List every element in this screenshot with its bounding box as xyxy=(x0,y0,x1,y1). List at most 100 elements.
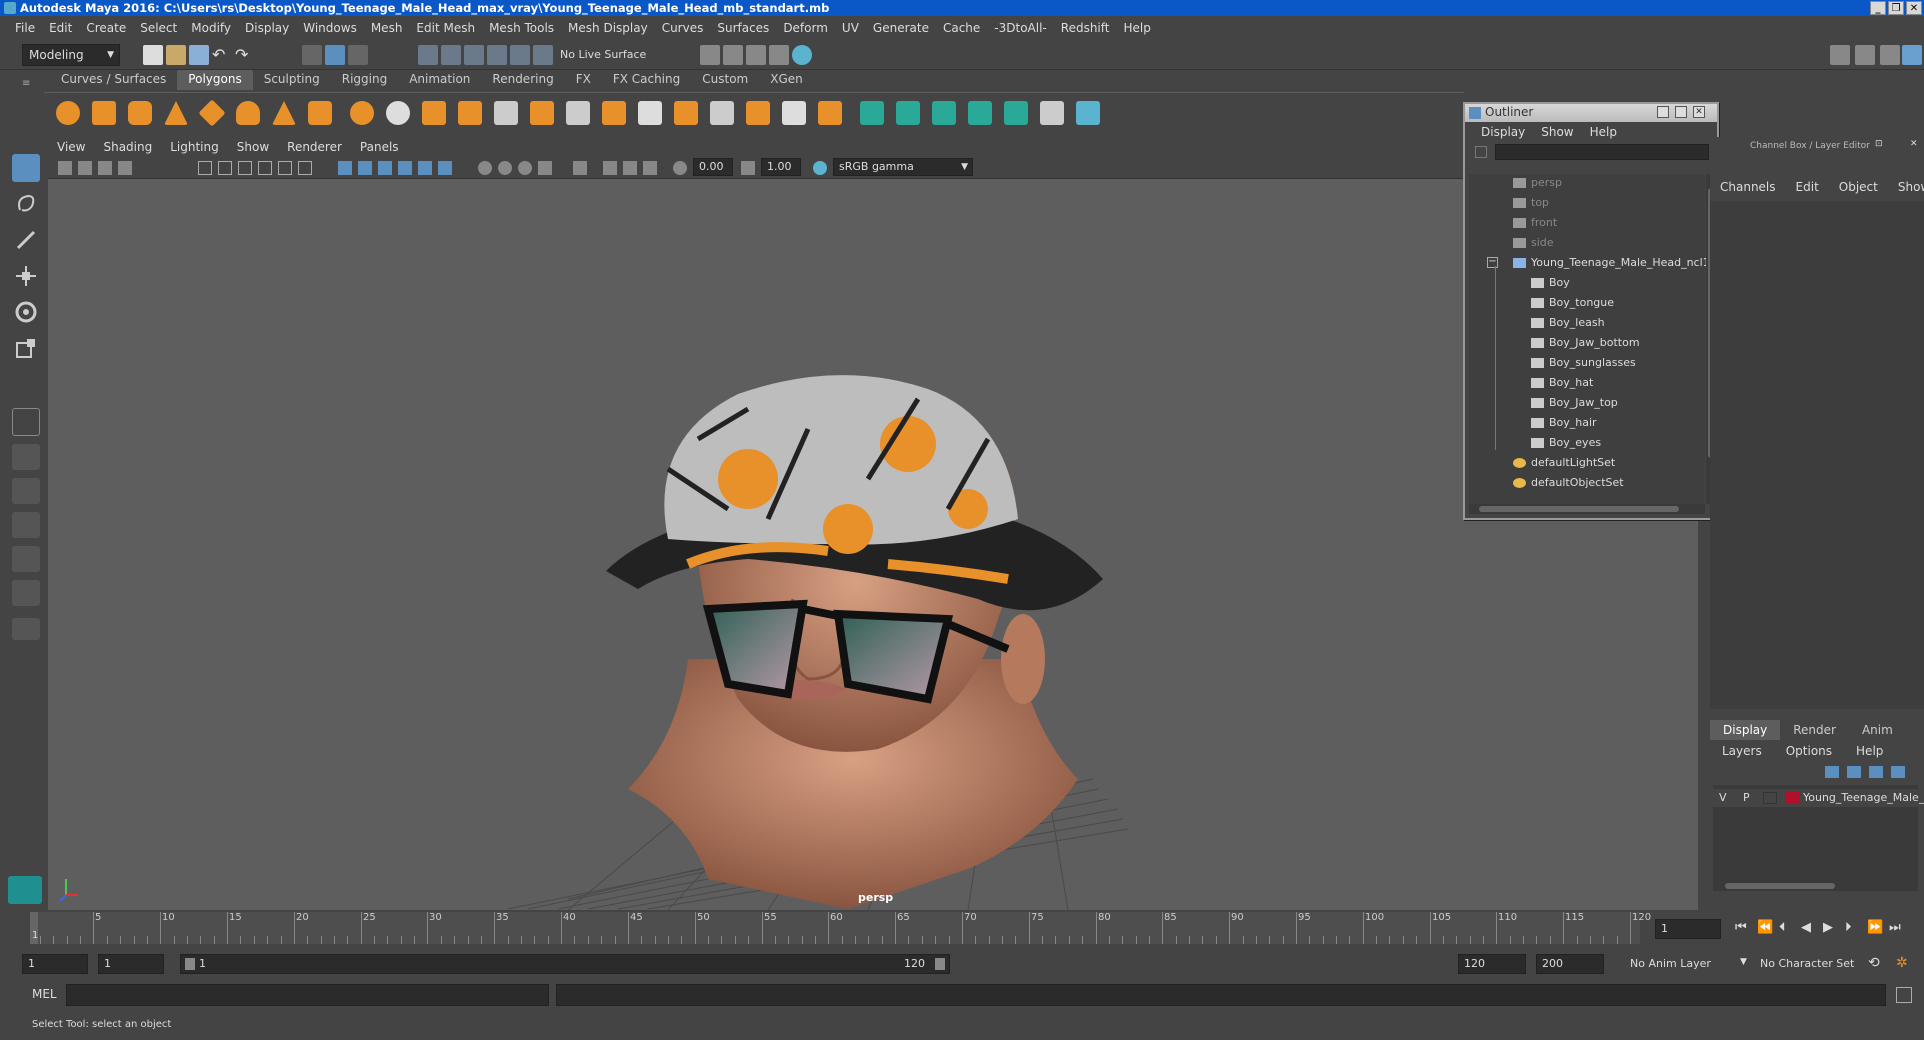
gamma-field[interactable]: 1.00 xyxy=(761,158,801,176)
outliner-item[interactable]: Boy_hair xyxy=(1531,414,1597,432)
snap-live-icon[interactable] xyxy=(533,45,553,65)
select-component-icon[interactable] xyxy=(348,45,368,65)
field-chart-icon[interactable] xyxy=(278,161,292,175)
outliner-hscroll-thumb[interactable] xyxy=(1479,506,1679,512)
shelf-tab-custom[interactable]: Custom xyxy=(691,70,760,90)
script-editor-icon[interactable] xyxy=(1896,987,1912,1003)
snap-surface-icon[interactable] xyxy=(510,45,530,65)
hypershade-layout-icon[interactable] xyxy=(12,546,40,572)
render-settings-icon[interactable] xyxy=(746,45,766,65)
film-gate-icon[interactable] xyxy=(218,161,232,175)
auto-key-icon[interactable]: ⟲ xyxy=(1868,955,1880,971)
shelf-tab-sculpting[interactable]: Sculpting xyxy=(252,70,331,90)
poly-cylinder-icon[interactable] xyxy=(128,101,152,125)
outliner-item[interactable]: defaultLightSet xyxy=(1513,454,1615,472)
smooth-shade-icon[interactable] xyxy=(358,161,372,175)
layout-more-icon[interactable] xyxy=(12,618,40,640)
color-management-icon[interactable] xyxy=(813,161,827,175)
menu-redshift[interactable]: Redshift xyxy=(1054,21,1117,35)
layer-menu-help[interactable]: Help xyxy=(1844,742,1895,760)
cb-menu-show[interactable]: Show xyxy=(1898,180,1924,194)
poly-cone-icon[interactable] xyxy=(164,101,188,125)
play-forwards-icon[interactable]: ▶ xyxy=(1823,920,1833,935)
tool-settings-icon[interactable] xyxy=(1880,45,1900,65)
outliner-search-input[interactable] xyxy=(1495,144,1709,160)
range-handle-end[interactable] xyxy=(935,958,945,970)
outliner-hscrollbar[interactable] xyxy=(1469,504,1705,514)
outliner-menu-show[interactable]: Show xyxy=(1533,125,1581,139)
shelf-tab-rigging[interactable]: Rigging xyxy=(330,70,399,90)
bevel-icon[interactable] xyxy=(530,101,554,125)
snap-view-icon[interactable] xyxy=(487,45,507,65)
four-view-layout-icon[interactable] xyxy=(12,444,40,470)
lasso-tool-icon[interactable] xyxy=(12,190,40,218)
viewport-menu-renderer[interactable]: Renderer xyxy=(278,140,351,154)
wireframe-on-shaded-icon[interactable] xyxy=(378,161,392,175)
new-empty-layer-icon[interactable] xyxy=(1869,766,1883,778)
shelf-tab-xgen[interactable]: XGen xyxy=(759,70,814,90)
persp-outliner-layout-icon[interactable] xyxy=(12,478,40,504)
outliner-item[interactable]: Boy_sunglasses xyxy=(1531,354,1636,372)
render-globe-icon[interactable] xyxy=(792,45,812,65)
use-lights-icon[interactable] xyxy=(418,161,432,175)
camera-select-icon[interactable] xyxy=(58,161,72,175)
resolution-gate-icon[interactable] xyxy=(238,161,252,175)
viewport-menu-view[interactable]: View xyxy=(48,140,94,154)
camera-attributes-icon[interactable] xyxy=(78,161,92,175)
shelf-tab-rendering[interactable]: Rendering xyxy=(481,70,565,90)
snap-grid-icon[interactable] xyxy=(418,45,438,65)
perspective-viewport[interactable]: persp xyxy=(48,179,1698,910)
extrude-icon[interactable] xyxy=(494,101,518,125)
viewport-menu-lighting[interactable]: Lighting xyxy=(161,140,228,154)
menu-edit-mesh[interactable]: Edit Mesh xyxy=(409,21,482,35)
rotate-tool-icon[interactable] xyxy=(12,298,40,326)
outliner-minimize-button[interactable] xyxy=(1657,106,1669,118)
menu-cache[interactable]: Cache xyxy=(936,21,987,35)
layer-playback-toggle[interactable]: P xyxy=(1743,791,1750,804)
menu-help[interactable]: Help xyxy=(1116,21,1157,35)
layer-color-swatch[interactable] xyxy=(1785,792,1799,804)
outliner-item[interactable]: Boy_hat xyxy=(1531,374,1593,392)
isolate-select-icon[interactable] xyxy=(573,161,587,175)
color-space-dropdown[interactable]: sRGB gamma ▼ xyxy=(833,158,973,176)
cb-menu-channels[interactable]: Channels xyxy=(1720,180,1796,194)
outliner-item[interactable]: persp xyxy=(1513,174,1562,192)
mel-label[interactable]: MEL xyxy=(32,987,57,1001)
time-slider-track[interactable]: 1 5 10 15 20 25 30 35 40 45 50 55 60 65 70 75 80 85 90 95 1… xyxy=(30,912,1651,944)
preferences-icon[interactable]: ✲ xyxy=(1896,955,1908,971)
play-backwards-icon[interactable]: ◀ xyxy=(1801,920,1811,935)
motion-blur-icon[interactable] xyxy=(498,161,512,175)
textured-icon[interactable] xyxy=(398,161,412,175)
gamma-icon[interactable] xyxy=(741,161,755,175)
poly-pipe-icon[interactable] xyxy=(308,101,332,125)
mirror-icon[interactable] xyxy=(422,101,446,125)
outliner-item[interactable]: Boy_tongue xyxy=(1531,294,1614,312)
gate-mask-icon[interactable] xyxy=(258,161,272,175)
go-to-start-icon[interactable]: ⏮ xyxy=(1735,920,1747,935)
single-perspective-layout-icon[interactable] xyxy=(12,408,40,436)
menu-display[interactable]: Display xyxy=(238,21,296,35)
bridge-icon[interactable] xyxy=(566,101,590,125)
exposure-icon[interactable] xyxy=(673,161,687,175)
ambient-occlusion-icon[interactable] xyxy=(478,161,492,175)
poly-pyramid-icon[interactable] xyxy=(272,101,296,125)
poly-sphere-icon[interactable] xyxy=(56,101,80,125)
open-scene-icon[interactable] xyxy=(166,45,186,65)
live-surface-label[interactable]: No Live Surface xyxy=(560,48,646,61)
snap-curve-icon[interactable] xyxy=(441,45,461,65)
new-layer-selected-icon[interactable] xyxy=(1891,766,1905,778)
safe-action-icon[interactable] xyxy=(298,161,312,175)
multi-cut-icon[interactable] xyxy=(602,101,626,125)
scale-tool-icon[interactable] xyxy=(12,334,40,362)
layer-menu-layers[interactable]: Layers xyxy=(1710,742,1774,760)
range-slider[interactable]: 1 120 xyxy=(180,954,950,974)
smooth-icon[interactable] xyxy=(458,101,482,125)
undo-icon[interactable]: ↶ xyxy=(212,45,232,65)
playback-end-field[interactable]: 120 xyxy=(1458,954,1526,974)
shelf-tab-fx-caching[interactable]: FX Caching xyxy=(601,70,692,90)
menu-uv[interactable]: UV xyxy=(835,21,866,35)
menu-mesh-tools[interactable]: Mesh Tools xyxy=(482,21,561,35)
wireframe-icon[interactable] xyxy=(338,161,352,175)
go-to-end-icon[interactable]: ⏭ xyxy=(1889,920,1901,935)
cb-menu-object[interactable]: Object xyxy=(1839,180,1898,194)
